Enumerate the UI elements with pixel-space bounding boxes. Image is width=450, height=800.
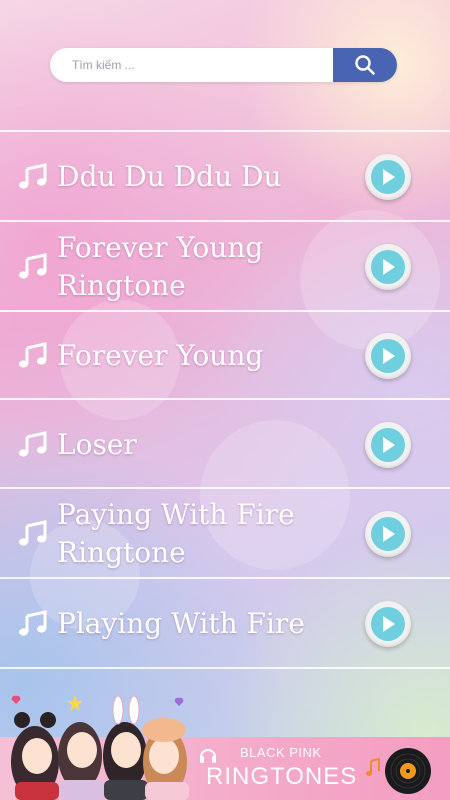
banner-subtitle: BLACK PINK: [240, 745, 322, 760]
song-title-line: Loser: [57, 427, 137, 461]
vinyl-record-icon: [385, 748, 431, 794]
song-row[interactable]: Forever Young: [0, 310, 450, 400]
song-title-line: Ringtone: [57, 536, 186, 569]
song-title: Ddu Du Ddu Du: [57, 158, 347, 196]
song-row[interactable]: Loser: [0, 398, 450, 489]
characters-illustration: [11, 695, 189, 800]
song-row[interactable]: Playing With Fire: [0, 577, 450, 669]
song-title-line: Paying With Fire: [57, 498, 295, 531]
play-button[interactable]: [365, 333, 411, 379]
music-note-icon: [18, 520, 48, 548]
song-title: Paying With Fire Ringtone: [57, 496, 347, 572]
song-row[interactable]: Forever Young Ringtone: [0, 220, 450, 312]
banner-title: RINGTONES: [206, 763, 358, 790]
play-icon: [371, 427, 405, 462]
music-note-icon: [18, 163, 48, 191]
search-bar: Tìm kiếm ...: [50, 48, 397, 82]
play-button[interactable]: [365, 421, 411, 468]
search-button[interactable]: [333, 48, 397, 82]
play-button[interactable]: [365, 601, 411, 647]
song-title: Playing With Fire: [57, 605, 347, 643]
headphones-icon: [200, 749, 216, 763]
play-icon: [371, 517, 405, 551]
play-button[interactable]: [365, 244, 411, 290]
song-title-line: Playing With Fire: [57, 607, 305, 640]
search-input[interactable]: Tìm kiếm ...: [72, 48, 135, 82]
song-title-line: Ddu Du Ddu Du: [57, 160, 282, 193]
ad-banner[interactable]: BLACK PINK RINGTONES: [0, 690, 450, 800]
song-title: Forever Young Ringtone: [57, 229, 347, 305]
music-note-icon: [18, 342, 48, 370]
play-icon: [371, 250, 405, 284]
song-title-line: Ringtone: [57, 269, 186, 302]
song-title-line: Forever Young: [57, 339, 264, 372]
music-note-icon: [18, 430, 48, 459]
song-row[interactable]: Ddu Du Ddu Du: [0, 130, 450, 222]
play-button[interactable]: [365, 154, 411, 200]
music-note-icon: [18, 253, 48, 281]
play-icon: [371, 160, 405, 194]
music-note-icon: [18, 610, 48, 638]
play-icon: [371, 339, 405, 373]
song-title: Loser: [57, 426, 347, 464]
play-button[interactable]: [365, 511, 411, 557]
song-title: Forever Young: [57, 337, 347, 375]
play-icon: [371, 607, 405, 641]
song-title-line: Forever Young: [57, 231, 264, 264]
music-note-icon: [366, 758, 380, 776]
list-divider: [0, 667, 450, 669]
song-row[interactable]: Paying With Fire Ringtone: [0, 487, 450, 579]
search-icon: [355, 55, 375, 75]
